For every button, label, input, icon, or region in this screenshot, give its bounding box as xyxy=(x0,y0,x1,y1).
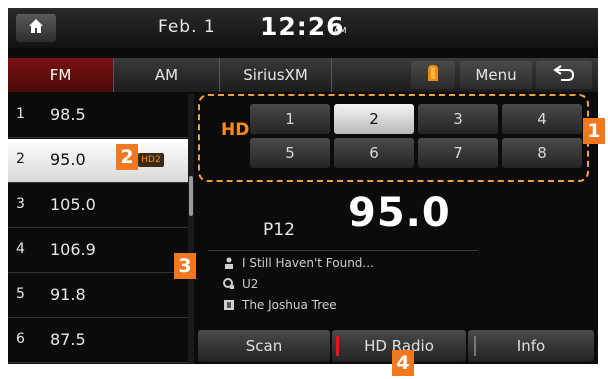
callout-1: 1 xyxy=(583,118,605,144)
preset-row-6[interactable]: 6 87.5 xyxy=(8,319,190,363)
preset-frequency: 91.8 xyxy=(50,285,86,304)
status-bar: Feb. 1 12:26 AM xyxy=(8,8,598,48)
album-info: The Joshua Tree xyxy=(222,296,337,314)
preset-list: 1 98.5 2 95.0 HD2 3 105.0 4 106.9 5 91.8… xyxy=(8,94,190,364)
preset-number: 1 xyxy=(16,106,25,122)
tab-bar: FM AM SiriusXM Menu xyxy=(8,58,598,92)
hd-channel-button-3[interactable]: 3 xyxy=(418,104,498,134)
preset-frequency: 87.5 xyxy=(50,330,86,349)
album-icon xyxy=(222,298,236,312)
preset-row-1[interactable]: 1 98.5 xyxy=(8,94,190,138)
tab-fm[interactable]: FM xyxy=(8,58,114,92)
date-display: Feb. 1 xyxy=(158,17,216,37)
preset-row-5[interactable]: 5 91.8 xyxy=(8,274,190,318)
info-indicator xyxy=(474,336,476,356)
preset-number: 4 xyxy=(16,241,25,257)
song-title: I Still Haven't Found... xyxy=(242,256,374,270)
hd-channel-button-5[interactable]: 5 xyxy=(250,138,330,168)
tab-siriusxm[interactable]: SiriusXM xyxy=(220,58,332,92)
preset-row-4[interactable]: 4 106.9 xyxy=(8,229,190,273)
hd-channel-button-4[interactable]: 4 xyxy=(502,104,582,134)
info-button[interactable]: Info xyxy=(468,330,594,362)
hd-channel-button-1[interactable]: 1 xyxy=(250,104,330,134)
tab-am[interactable]: AM xyxy=(114,58,220,92)
artist-info: U2 xyxy=(222,275,258,293)
preset-number: 6 xyxy=(16,331,25,347)
menu-button[interactable]: Menu xyxy=(460,61,532,89)
home-button[interactable] xyxy=(16,14,56,42)
preset-row-2[interactable]: 2 95.0 HD2 xyxy=(8,139,190,183)
hd-channel-badge: HD2 xyxy=(138,153,164,167)
preset-frequency: 98.5 xyxy=(50,105,86,124)
callout-3: 3 xyxy=(174,253,196,279)
artist-icon xyxy=(222,277,236,291)
hd-logo: HD xyxy=(221,120,250,140)
radio-screen: Feb. 1 12:26 AM FM AM SiriusXM Menu 1 98… xyxy=(8,8,598,364)
hd-radio-indicator xyxy=(336,336,339,356)
info-divider xyxy=(208,250,478,251)
hd-channel-button-6[interactable]: 6 xyxy=(334,138,414,168)
album-name: The Joshua Tree xyxy=(242,298,337,312)
home-icon xyxy=(28,18,44,38)
callout-4: 4 xyxy=(392,350,414,376)
song-info: I Still Haven't Found... xyxy=(222,254,374,272)
song-icon xyxy=(222,256,236,270)
back-button[interactable] xyxy=(536,61,592,89)
hd-channel-button-8[interactable]: 8 xyxy=(502,138,582,168)
back-icon xyxy=(553,65,575,85)
artist-name: U2 xyxy=(242,277,259,291)
preset-scroll-thumb[interactable] xyxy=(189,176,193,216)
preset-row-3[interactable]: 3 105.0 xyxy=(8,184,190,228)
time-display: 12:26 xyxy=(260,12,345,41)
ampm-display: AM xyxy=(334,26,347,35)
hd-channel-button-7[interactable]: 7 xyxy=(418,138,498,168)
current-frequency: 95.0 xyxy=(348,190,451,236)
preset-number: 3 xyxy=(16,196,25,212)
media-button[interactable] xyxy=(411,61,455,89)
callout-2: 2 xyxy=(116,144,138,170)
scan-button[interactable]: Scan xyxy=(198,330,330,362)
preset-scrollbar[interactable] xyxy=(188,94,194,364)
media-icon xyxy=(426,63,440,87)
preset-label: P12 xyxy=(263,220,295,240)
preset-frequency: 105.0 xyxy=(50,195,96,214)
hd-channel-button-2[interactable]: 2 xyxy=(334,104,414,134)
preset-number: 5 xyxy=(16,286,25,302)
preset-frequency: 106.9 xyxy=(50,240,96,259)
preset-frequency: 95.0 xyxy=(50,150,86,169)
preset-number: 2 xyxy=(16,151,25,167)
